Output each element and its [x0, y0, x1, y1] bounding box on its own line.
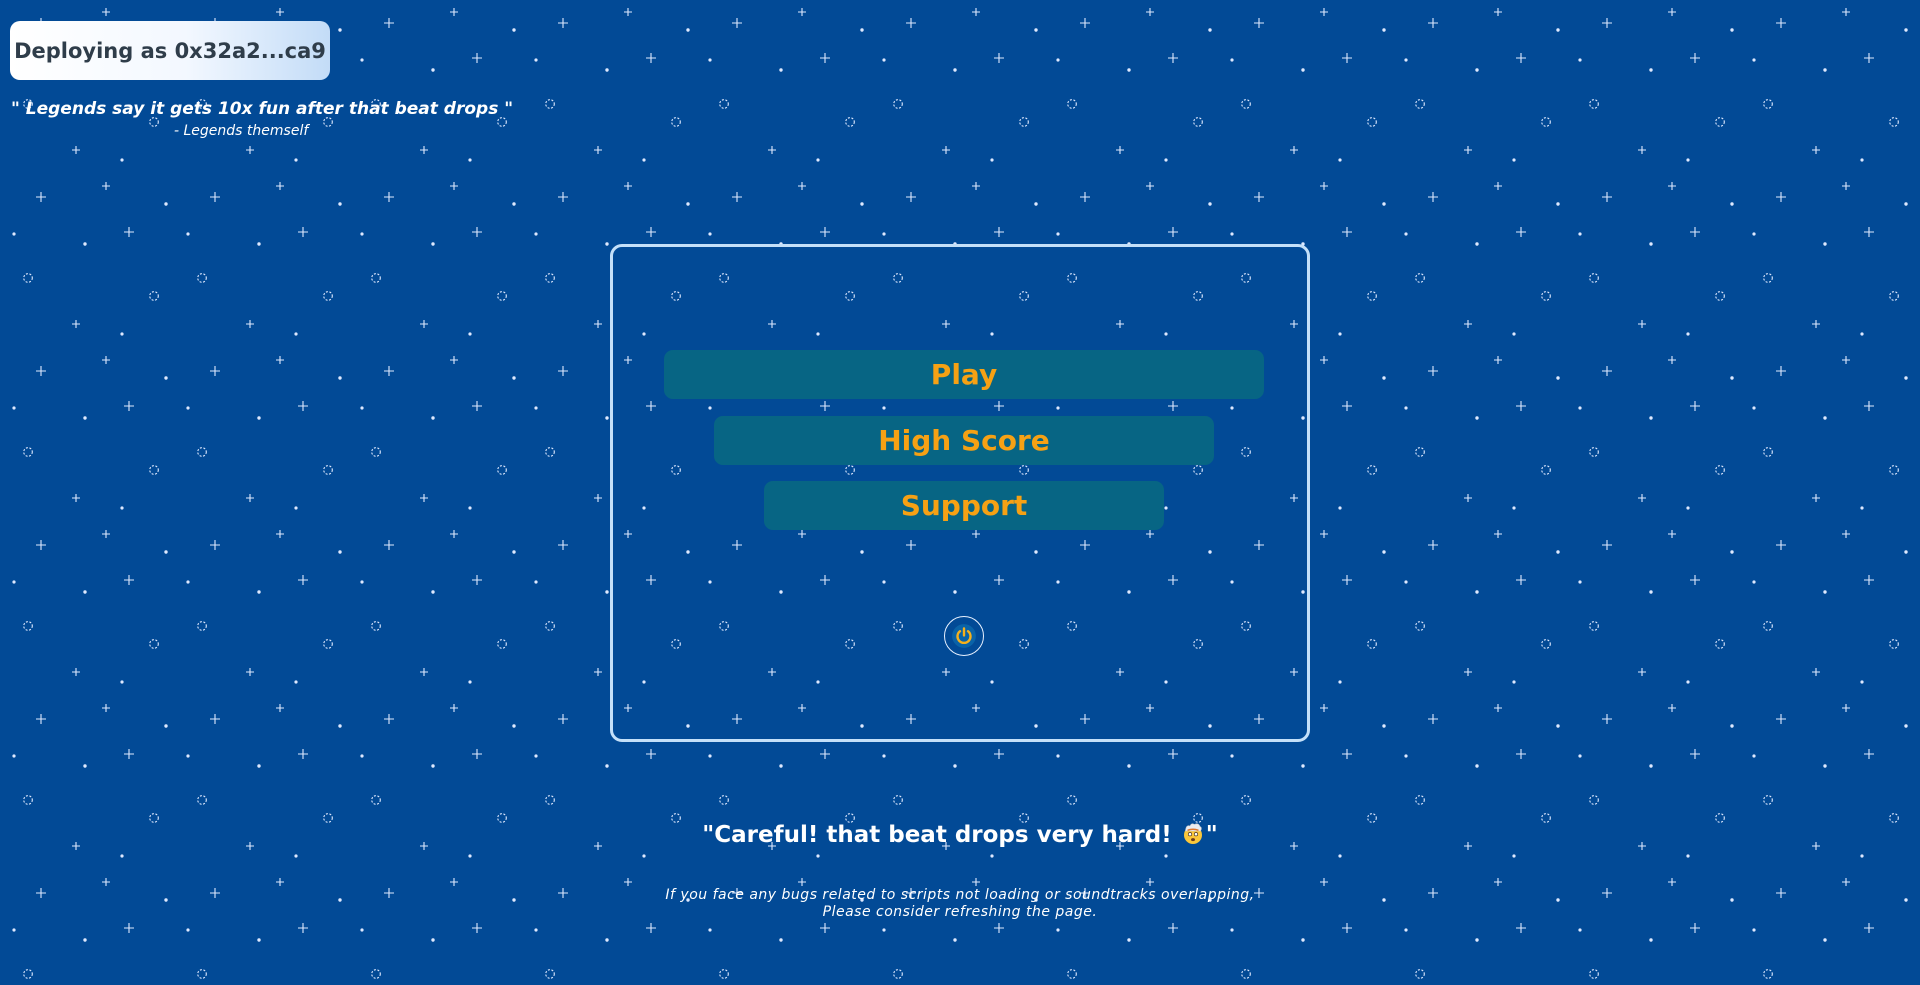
power-button[interactable] — [944, 616, 984, 656]
support-button[interactable]: Support — [764, 481, 1164, 530]
legend-quote: " Legends say it gets 10x fun after that… — [11, 99, 514, 119]
warning-text: "Careful! that beat drops very hard! — [702, 822, 1180, 848]
bug-note-line-2: Please consider refreshing the page. — [822, 904, 1098, 920]
beat-drop-warning: "Careful! that beat drops very hard! " — [0, 821, 1920, 848]
bug-note-line-1: If you face any bugs related to scripts … — [665, 887, 1255, 903]
high-score-button[interactable]: High Score — [714, 416, 1214, 465]
bug-refresh-note: If you face any bugs related to scripts … — [0, 887, 1920, 921]
legend-quote-attribution: - Legends themself — [174, 123, 309, 139]
main-menu-panel: Play High Score Support — [610, 244, 1310, 742]
play-button[interactable]: Play — [664, 350, 1264, 399]
power-icon — [952, 624, 976, 648]
warning-text-end: " — [1205, 822, 1218, 848]
exploding-head-emoji — [1183, 823, 1202, 844]
deploy-status-badge: Deploying as 0x32a2...ca9 — [10, 21, 330, 80]
